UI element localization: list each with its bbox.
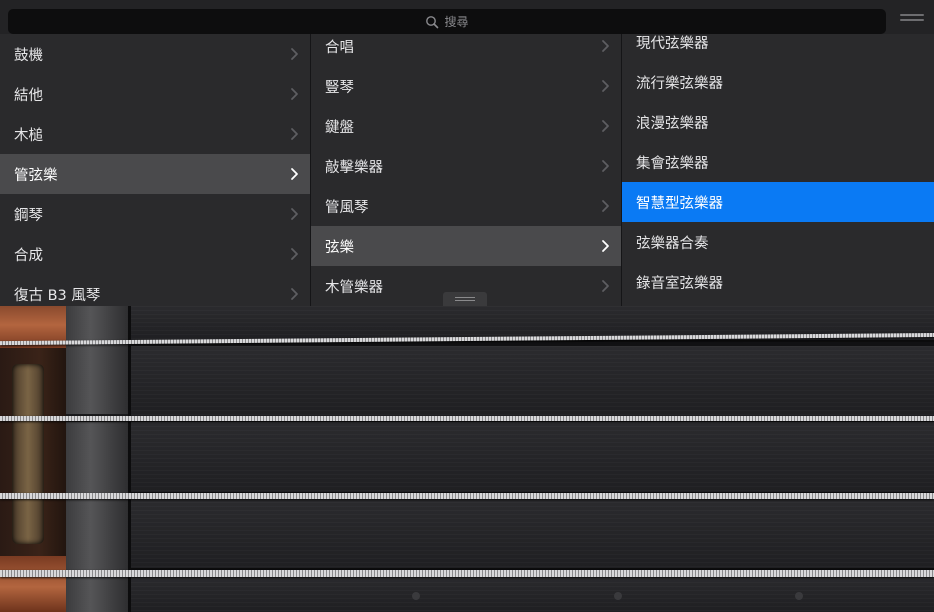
search-field[interactable]: 搜尋 [8, 9, 886, 34]
browser-resize-handle[interactable] [443, 292, 487, 306]
category-item[interactable]: 鋼琴 [0, 194, 310, 234]
item-label: 復古 B3 風琴 [14, 287, 101, 304]
fingerboard-lane-3[interactable] [131, 422, 934, 494]
category-item[interactable]: 結他 [0, 74, 310, 114]
position-marker [614, 592, 622, 600]
item-label: 現代弦樂器 [636, 35, 709, 52]
fingerboard-lane-4[interactable] [131, 498, 934, 570]
chevron-right-icon [290, 207, 299, 221]
bridge [66, 306, 128, 612]
strings-instrument-surface[interactable] [0, 306, 934, 612]
chevron-right-icon [290, 47, 299, 61]
chevron-right-icon [601, 159, 610, 173]
item-label: 管風琴 [325, 199, 369, 216]
instrument-browser: 鼓機結他木槌管弦樂鋼琴合成復古 B3 風琴 合唱豎琴鍵盤敲擊樂器管風琴弦樂木管樂… [0, 34, 934, 306]
item-label: 錄音室弦樂器 [636, 275, 723, 292]
chevron-right-icon [601, 119, 610, 133]
patch-item[interactable]: 流行樂弦樂器 [622, 62, 934, 102]
subcategory-item[interactable]: 合唱 [311, 34, 621, 66]
item-label: 鋼琴 [14, 207, 43, 224]
fingerboard-lane-5[interactable] [131, 574, 934, 612]
category-item[interactable]: 管弦樂 [0, 154, 310, 194]
search-placeholder: 搜尋 [444, 15, 469, 29]
item-label: 集會弦樂器 [636, 155, 709, 172]
chevron-right-icon [601, 279, 610, 293]
subcategory-item[interactable]: 敲擊樂器 [311, 146, 621, 186]
chevron-right-icon [290, 167, 299, 181]
chevron-right-icon [290, 247, 299, 261]
subcategory-item[interactable]: 鍵盤 [311, 106, 621, 146]
item-label: 管弦樂 [14, 167, 58, 184]
item-label: 流行樂弦樂器 [636, 75, 723, 92]
subcategory-item[interactable]: 弦樂 [311, 226, 621, 266]
category-item[interactable]: 木槌 [0, 114, 310, 154]
tailpiece [12, 364, 44, 544]
string-4[interactable] [0, 570, 934, 577]
garageband-smart-strings-window: 搜尋 鼓機結他木槌管弦樂鋼琴合成復古 B3 風琴 合唱豎琴鍵盤敲擊樂器管風琴弦樂… [0, 0, 934, 612]
item-label: 弦樂器合奏 [636, 235, 709, 252]
item-label: 合成 [14, 247, 43, 264]
chevron-right-icon [601, 79, 610, 93]
item-label: 弦樂 [325, 239, 354, 256]
patch-column: 現代弦樂器流行樂弦樂器 浪漫弦樂器集會弦樂器智慧型弦樂器 弦樂器合奏錄音室弦樂器 [622, 34, 934, 306]
item-label: 智慧型弦樂器 [636, 195, 723, 212]
patch-item[interactable]: 浪漫弦樂器 [622, 102, 934, 142]
fingerboard-lane-2[interactable] [131, 346, 934, 418]
item-label: 浪漫弦樂器 [636, 115, 709, 132]
item-label: 豎琴 [325, 79, 354, 96]
chevron-right-icon [290, 127, 299, 141]
subcategory-item[interactable]: 豎琴 [311, 66, 621, 106]
item-label: 結他 [14, 87, 43, 104]
position-marker [412, 592, 420, 600]
item-label: 鍵盤 [325, 119, 354, 136]
subcategory-item[interactable]: 管風琴 [311, 186, 621, 226]
item-label: 鼓機 [14, 47, 43, 64]
chevron-right-icon [290, 287, 299, 301]
category-item[interactable]: 合成 [0, 234, 310, 274]
chevron-right-icon [601, 239, 610, 253]
string-2[interactable] [0, 416, 934, 421]
category-item[interactable]: 復古 B3 風琴 [0, 274, 310, 306]
patch-item[interactable]: 錄音室弦樂器 [622, 262, 934, 302]
chevron-right-icon [601, 39, 610, 53]
chevron-right-icon [601, 199, 610, 213]
category-column: 鼓機結他木槌管弦樂鋼琴合成復古 B3 風琴 [0, 34, 311, 306]
patch-item[interactable]: 集會弦樂器 [622, 142, 934, 182]
search-icon [426, 15, 439, 28]
item-label: 合唱 [325, 39, 354, 56]
patch-item[interactable]: 弦樂器合奏 [622, 222, 934, 262]
chevron-right-icon [290, 87, 299, 101]
patch-item[interactable]: 現代弦樂器 [622, 34, 934, 62]
subcategory-column: 合唱豎琴鍵盤敲擊樂器管風琴弦樂木管樂器 [311, 34, 622, 306]
item-label: 木槌 [14, 127, 43, 144]
position-marker [795, 592, 803, 600]
violin-body-wood-lower [0, 556, 66, 612]
patch-item[interactable]: 智慧型弦樂器 [622, 182, 934, 222]
category-item[interactable]: 鼓機 [0, 34, 310, 74]
item-label: 木管樂器 [325, 279, 383, 296]
item-label: 敲擊樂器 [325, 159, 383, 176]
string-3[interactable] [0, 493, 934, 499]
menu-handle-icon[interactable] [900, 14, 924, 28]
